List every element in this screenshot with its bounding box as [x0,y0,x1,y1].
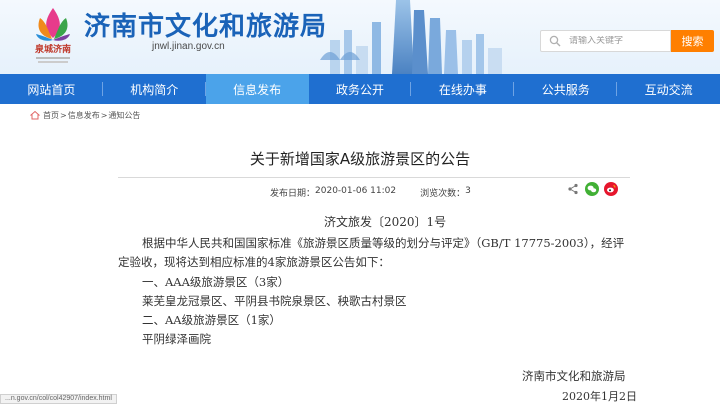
logo-text: 泉城济南 [34,43,71,55]
wechat-icon[interactable] [585,182,599,196]
home-icon [30,110,40,120]
search-box [540,30,671,52]
breadcrumb-separator: > [60,110,67,120]
share-icon[interactable] [566,182,580,196]
article-paragraph-1: 根据中华人民共和国国家标准《旅游景区质量等级的划分与评定》（GB/T 17775… [118,236,625,269]
article-line-aaa-heading: 一、AAA级旅游景区（3家） [142,275,290,289]
views-label: 浏览次数： [420,189,466,199]
status-bar-url: ...n.gov.cn/col/col42907/index.html [0,394,117,404]
article-title: 关于新增国家A级旅游景区的公告 [249,150,471,168]
signature-organization: 济南市文化和旅游局 [522,369,626,383]
publish-date: 2020-01-06 11:02 [315,186,397,196]
city-skyline-image [320,0,502,74]
document-number: 济文旅发〔2020〕1号 [324,215,447,229]
breadcrumb-separator: > [100,110,108,120]
nav-item-online-service[interactable]: 在线办事 [411,74,515,104]
weibo-icon[interactable] [604,182,618,196]
breadcrumb-notices[interactable]: 通知公告 [108,110,140,121]
share-bar [566,182,618,196]
title-divider [118,177,630,178]
search-input[interactable] [569,36,669,46]
breadcrumb: 首页 > 信息发布 > 通知公告 [30,108,140,122]
search-icon [549,34,563,48]
article-line-aa-heading: 二、AA级旅游景区（1家） [142,313,281,327]
article-line-aa-list: 平阴绿泽画院 [142,332,211,346]
site-domain: jnwl.jinan.gov.cn [152,41,225,52]
article-meta: 发布日期： 2020-01-06 11:02 浏览次数： 3 [270,186,471,199]
main-nav: 网站首页 机构简介 信息发布 政务公开 在线办事 公共服务 互动交流 [0,74,720,104]
nav-item-gov-affairs[interactable]: 政务公开 [309,74,412,104]
breadcrumb-home[interactable]: 首页 [43,110,59,121]
nav-item-about[interactable]: 机构简介 [103,74,206,104]
search-button[interactable]: 搜索 [671,30,714,52]
breadcrumb-info-release[interactable]: 信息发布 [68,110,100,121]
site-title[interactable]: 济南市文化和旅游局 [84,6,327,43]
article-line-aaa-list: 莱芜皇龙冠景区、平阴县书院泉景区、秧歌古村景区 [142,294,407,308]
nav-item-info-release[interactable]: 信息发布 [205,74,309,104]
site-header: 泉城济南 济南市文化和旅游局 jnwl.jinan.gov.cn 请输入关键字 … [0,0,720,74]
nav-item-public-service[interactable]: 公共服务 [514,74,618,104]
quancheng-logo-icon[interactable]: 泉城济南 [28,4,78,70]
views-count: 3 [465,186,471,196]
nav-item-home[interactable]: 网站首页 [0,74,103,104]
signature-date: 2020年1月2日 [562,390,637,403]
nav-item-interaction[interactable]: 互动交流 [617,74,720,104]
publish-date-label: 发布日期： [270,189,316,199]
